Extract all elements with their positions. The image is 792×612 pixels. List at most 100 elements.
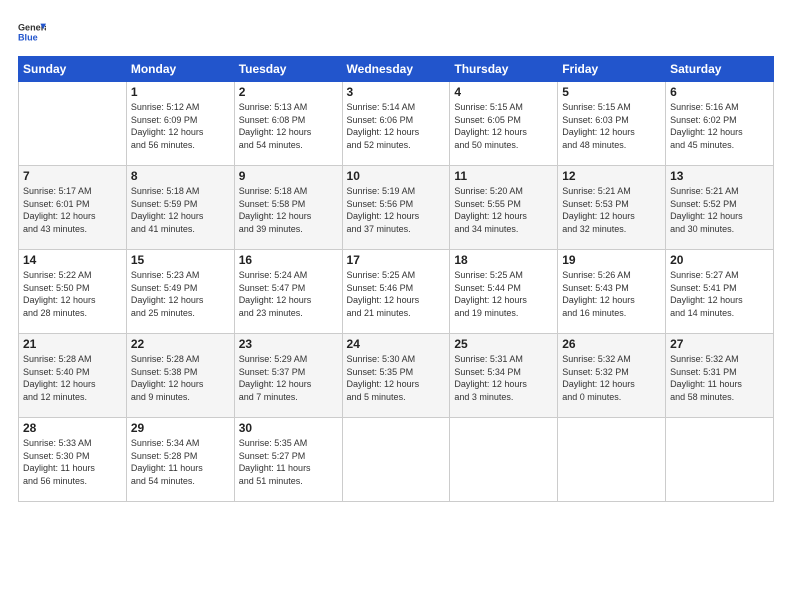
day-number: 28 bbox=[23, 421, 122, 435]
calendar-cell: 1Sunrise: 5:12 AM Sunset: 6:09 PM Daylig… bbox=[126, 82, 234, 166]
day-info: Sunrise: 5:32 AM Sunset: 5:32 PM Dayligh… bbox=[562, 353, 661, 403]
day-info: Sunrise: 5:23 AM Sunset: 5:49 PM Dayligh… bbox=[131, 269, 230, 319]
calendar-cell bbox=[19, 82, 127, 166]
day-number: 15 bbox=[131, 253, 230, 267]
day-number: 21 bbox=[23, 337, 122, 351]
day-number: 5 bbox=[562, 85, 661, 99]
day-info: Sunrise: 5:24 AM Sunset: 5:47 PM Dayligh… bbox=[239, 269, 338, 319]
calendar-cell: 3Sunrise: 5:14 AM Sunset: 6:06 PM Daylig… bbox=[342, 82, 450, 166]
day-number: 22 bbox=[131, 337, 230, 351]
calendar-cell: 28 Sunrise: 5:33 AM Sunset: 5:30 PM Dayli… bbox=[19, 418, 127, 502]
calendar-cell: 12 Sunrise: 5:21 AM Sunset: 5:53 PM Dayli… bbox=[558, 166, 666, 250]
day-info: Sunrise: 5:30 AM Sunset: 5:35 PM Dayligh… bbox=[347, 353, 446, 403]
day-number: 14 bbox=[23, 253, 122, 267]
calendar-cell: 14 Sunrise: 5:22 AM Sunset: 5:50 PM Dayli… bbox=[19, 250, 127, 334]
day-info: Sunrise: 5:29 AM Sunset: 5:37 PM Dayligh… bbox=[239, 353, 338, 403]
day-number: 8 bbox=[131, 169, 230, 183]
day-number: 23 bbox=[239, 337, 338, 351]
day-number: 6 bbox=[670, 85, 769, 99]
day-header-saturday: Saturday bbox=[666, 57, 774, 82]
day-info: Sunrise: 5:26 AM Sunset: 5:43 PM Dayligh… bbox=[562, 269, 661, 319]
calendar-cell: 26 Sunrise: 5:32 AM Sunset: 5:32 PM Dayli… bbox=[558, 334, 666, 418]
day-header-thursday: Thursday bbox=[450, 57, 558, 82]
day-number: 30 bbox=[239, 421, 338, 435]
day-number: 29 bbox=[131, 421, 230, 435]
logo: General Blue bbox=[18, 18, 50, 46]
day-info: Sunrise: 5:21 AM Sunset: 5:52 PM Dayligh… bbox=[670, 185, 769, 235]
calendar-cell: 8 Sunrise: 5:18 AM Sunset: 5:59 PM Daylig… bbox=[126, 166, 234, 250]
day-info: Sunrise: 5:28 AM Sunset: 5:40 PM Dayligh… bbox=[23, 353, 122, 403]
week-row-2: 7Sunrise: 5:17 AM Sunset: 6:01 PM Daylig… bbox=[19, 166, 774, 250]
calendar-cell: 9Sunrise: 5:18 AM Sunset: 5:58 PM Daylig… bbox=[234, 166, 342, 250]
day-info: Sunrise: 5:20 AM Sunset: 5:55 PM Dayligh… bbox=[454, 185, 553, 235]
day-info: Sunrise: 5:34 AM Sunset: 5:28 PM Dayligh… bbox=[131, 437, 230, 487]
day-number: 10 bbox=[347, 169, 446, 183]
logo-icon: General Blue bbox=[18, 18, 46, 46]
calendar-cell: 4 Sunrise: 5:15 AM Sunset: 6:05 PM Daylig… bbox=[450, 82, 558, 166]
calendar-cell: 29 Sunrise: 5:34 AM Sunset: 5:28 PM Dayli… bbox=[126, 418, 234, 502]
day-number: 3 bbox=[347, 85, 446, 99]
day-info: Sunrise: 5:16 AM Sunset: 6:02 PM Dayligh… bbox=[670, 101, 769, 151]
day-number: 19 bbox=[562, 253, 661, 267]
calendar-cell: 19 Sunrise: 5:26 AM Sunset: 5:43 PM Dayli… bbox=[558, 250, 666, 334]
day-number: 13 bbox=[670, 169, 769, 183]
calendar-cell: 15 Sunrise: 5:23 AM Sunset: 5:49 PM Dayli… bbox=[126, 250, 234, 334]
day-info: Sunrise: 5:35 AM Sunset: 5:27 PM Dayligh… bbox=[239, 437, 338, 487]
day-header-monday: Monday bbox=[126, 57, 234, 82]
calendar-cell: 27Sunrise: 5:32 AM Sunset: 5:31 PM Dayli… bbox=[666, 334, 774, 418]
page-header: General Blue bbox=[18, 18, 774, 46]
day-header-friday: Friday bbox=[558, 57, 666, 82]
day-number: 2 bbox=[239, 85, 338, 99]
calendar-cell: 23 Sunrise: 5:29 AM Sunset: 5:37 PM Dayli… bbox=[234, 334, 342, 418]
day-header-tuesday: Tuesday bbox=[234, 57, 342, 82]
day-number: 25 bbox=[454, 337, 553, 351]
day-info: Sunrise: 5:22 AM Sunset: 5:50 PM Dayligh… bbox=[23, 269, 122, 319]
calendar-cell: 5 Sunrise: 5:15 AM Sunset: 6:03 PM Daylig… bbox=[558, 82, 666, 166]
day-info: Sunrise: 5:28 AM Sunset: 5:38 PM Dayligh… bbox=[131, 353, 230, 403]
day-number: 12 bbox=[562, 169, 661, 183]
day-number: 18 bbox=[454, 253, 553, 267]
calendar-cell: 6 Sunrise: 5:16 AM Sunset: 6:02 PM Daylig… bbox=[666, 82, 774, 166]
day-info: Sunrise: 5:13 AM Sunset: 6:08 PM Dayligh… bbox=[239, 101, 338, 151]
day-info: Sunrise: 5:27 AM Sunset: 5:41 PM Dayligh… bbox=[670, 269, 769, 319]
day-number: 9 bbox=[239, 169, 338, 183]
calendar-cell bbox=[450, 418, 558, 502]
calendar-cell: 10 Sunrise: 5:19 AM Sunset: 5:56 PM Dayli… bbox=[342, 166, 450, 250]
calendar-cell: 2 Sunrise: 5:13 AM Sunset: 6:08 PM Daylig… bbox=[234, 82, 342, 166]
day-info: Sunrise: 5:21 AM Sunset: 5:53 PM Dayligh… bbox=[562, 185, 661, 235]
day-number: 20 bbox=[670, 253, 769, 267]
week-row-3: 14 Sunrise: 5:22 AM Sunset: 5:50 PM Dayli… bbox=[19, 250, 774, 334]
day-info: Sunrise: 5:31 AM Sunset: 5:34 PM Dayligh… bbox=[454, 353, 553, 403]
calendar-cell: 22 Sunrise: 5:28 AM Sunset: 5:38 PM Dayli… bbox=[126, 334, 234, 418]
day-header-wednesday: Wednesday bbox=[342, 57, 450, 82]
calendar-cell bbox=[666, 418, 774, 502]
calendar-cell: 21 Sunrise: 5:28 AM Sunset: 5:40 PM Dayli… bbox=[19, 334, 127, 418]
day-info: Sunrise: 5:17 AM Sunset: 6:01 PM Dayligh… bbox=[23, 185, 122, 235]
week-row-5: 28 Sunrise: 5:33 AM Sunset: 5:30 PM Dayli… bbox=[19, 418, 774, 502]
calendar-cell: 25 Sunrise: 5:31 AM Sunset: 5:34 PM Dayli… bbox=[450, 334, 558, 418]
day-info: Sunrise: 5:15 AM Sunset: 6:05 PM Dayligh… bbox=[454, 101, 553, 151]
day-number: 4 bbox=[454, 85, 553, 99]
calendar-cell: 11Sunrise: 5:20 AM Sunset: 5:55 PM Dayli… bbox=[450, 166, 558, 250]
day-number: 24 bbox=[347, 337, 446, 351]
calendar-cell: 18 Sunrise: 5:25 AM Sunset: 5:44 PM Dayli… bbox=[450, 250, 558, 334]
day-info: Sunrise: 5:19 AM Sunset: 5:56 PM Dayligh… bbox=[347, 185, 446, 235]
calendar-cell: 16 Sunrise: 5:24 AM Sunset: 5:47 PM Dayli… bbox=[234, 250, 342, 334]
day-info: Sunrise: 5:15 AM Sunset: 6:03 PM Dayligh… bbox=[562, 101, 661, 151]
day-number: 27 bbox=[670, 337, 769, 351]
day-info: Sunrise: 5:12 AM Sunset: 6:09 PM Dayligh… bbox=[131, 101, 230, 151]
day-info: Sunrise: 5:25 AM Sunset: 5:44 PM Dayligh… bbox=[454, 269, 553, 319]
calendar-cell: 7Sunrise: 5:17 AM Sunset: 6:01 PM Daylig… bbox=[19, 166, 127, 250]
calendar-cell: 13 Sunrise: 5:21 AM Sunset: 5:52 PM Dayli… bbox=[666, 166, 774, 250]
day-info: Sunrise: 5:33 AM Sunset: 5:30 PM Dayligh… bbox=[23, 437, 122, 487]
day-number: 26 bbox=[562, 337, 661, 351]
day-number: 17 bbox=[347, 253, 446, 267]
day-info: Sunrise: 5:25 AM Sunset: 5:46 PM Dayligh… bbox=[347, 269, 446, 319]
day-info: Sunrise: 5:18 AM Sunset: 5:59 PM Dayligh… bbox=[131, 185, 230, 235]
calendar-cell: 17 Sunrise: 5:25 AM Sunset: 5:46 PM Dayli… bbox=[342, 250, 450, 334]
week-row-1: 1Sunrise: 5:12 AM Sunset: 6:09 PM Daylig… bbox=[19, 82, 774, 166]
calendar-cell: 24 Sunrise: 5:30 AM Sunset: 5:35 PM Dayli… bbox=[342, 334, 450, 418]
day-number: 16 bbox=[239, 253, 338, 267]
svg-text:Blue: Blue bbox=[18, 32, 38, 42]
week-row-4: 21 Sunrise: 5:28 AM Sunset: 5:40 PM Dayli… bbox=[19, 334, 774, 418]
